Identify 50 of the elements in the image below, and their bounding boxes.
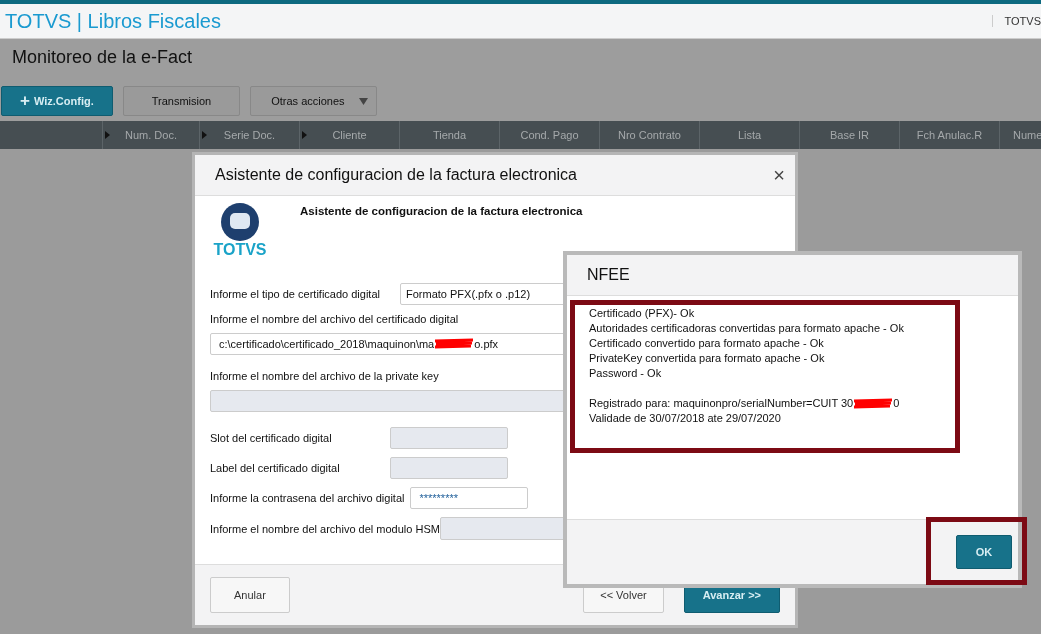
field-value: Formato PFX(.pfx o .p12) bbox=[406, 288, 531, 300]
field-value: c:\certificado\certificado_2018\maquinon\ma bbox=[219, 338, 435, 350]
column-header[interactable]: Cliente bbox=[300, 121, 400, 149]
field-label: Informe el nombre del archivo del certificado digital bbox=[210, 313, 459, 325]
field-value: o.pfx bbox=[474, 338, 499, 350]
message-text: PrivateKey convertida para formato apache - Ok bbox=[589, 351, 825, 366]
dialog-button[interactable]: Anular bbox=[210, 577, 290, 613]
message-text: Validade de 30/07/2018 ate 29/07/2020 bbox=[589, 411, 781, 426]
field-value: ********* bbox=[419, 492, 458, 504]
message-text: Password - Ok bbox=[589, 366, 662, 381]
logo-icon bbox=[220, 202, 260, 242]
redaction-mark bbox=[434, 338, 475, 350]
message-text: Certificado convertido para formato apache - Ok bbox=[589, 336, 824, 351]
logo-text: TOTVS bbox=[213, 241, 267, 259]
column-header[interactable]: Serie Doc. bbox=[200, 121, 300, 149]
dialog-title: Asistente de configuracion de la factura electronica bbox=[215, 166, 577, 184]
column-header[interactable]: Lista bbox=[700, 121, 800, 149]
field-label: Informe el tipo de certificado digital bbox=[210, 288, 381, 300]
user-name[interactable]: TOTVS bbox=[991, 15, 1041, 27]
column-header[interactable]: Nume bbox=[1000, 121, 1041, 149]
toolbar-button[interactable]: + Wiz.Config. bbox=[1, 86, 113, 116]
expand-arrow-icon[interactable] bbox=[105, 131, 110, 139]
column-header[interactable]: Nro Contrato bbox=[600, 121, 700, 149]
message-text: Registrado para: maquinonpro/serialNumber=CUIT 30 bbox=[589, 396, 854, 411]
expand-arrow-icon[interactable] bbox=[302, 131, 307, 139]
column-header[interactable]: Base IR bbox=[800, 121, 900, 149]
message-text: Autoridades certificadoras convertidas para formato apache - Ok bbox=[589, 321, 904, 336]
column-header[interactable]: Cond. Pago bbox=[500, 121, 600, 149]
page-title: Monitoreo de la e-Fact bbox=[11, 46, 194, 69]
field-label: Label del certificado digital bbox=[210, 462, 341, 474]
caret-icon bbox=[358, 97, 368, 105]
field-label: Slot del certificado digital bbox=[210, 432, 333, 444]
field-label: Informe el nombre del archivo del modulo HSM bbox=[210, 522, 440, 535]
column-header[interactable]: Num. Doc. bbox=[103, 121, 200, 149]
redaction-mark bbox=[853, 397, 894, 410]
column-header[interactable]: Fch Anulac.R bbox=[900, 121, 1000, 149]
message-text: Certificado (PFX)- Ok bbox=[589, 306, 695, 321]
expand-arrow-icon[interactable] bbox=[202, 131, 207, 139]
app-title: TOTVS | Libros Fiscales bbox=[4, 9, 221, 33]
toolbar-button[interactable]: Otras acciones bbox=[250, 86, 377, 116]
ok-button[interactable]: OK bbox=[956, 535, 1012, 569]
column-header[interactable]: Tienda bbox=[400, 121, 500, 149]
input-field[interactable]: ********* bbox=[410, 487, 529, 509]
field-label: Informe la contrasena del archivo digital bbox=[210, 492, 405, 504]
field-label: Informe el nombre del archivo de la private key bbox=[210, 370, 439, 382]
message-text: 0 bbox=[893, 396, 900, 411]
dialog-title: NFEE bbox=[587, 266, 630, 284]
close-button[interactable]: × bbox=[773, 165, 785, 185]
wizard-heading: Asistente de configuracion de la factura electronica bbox=[300, 205, 583, 219]
toolbar-button[interactable]: Transmision bbox=[122, 86, 241, 116]
